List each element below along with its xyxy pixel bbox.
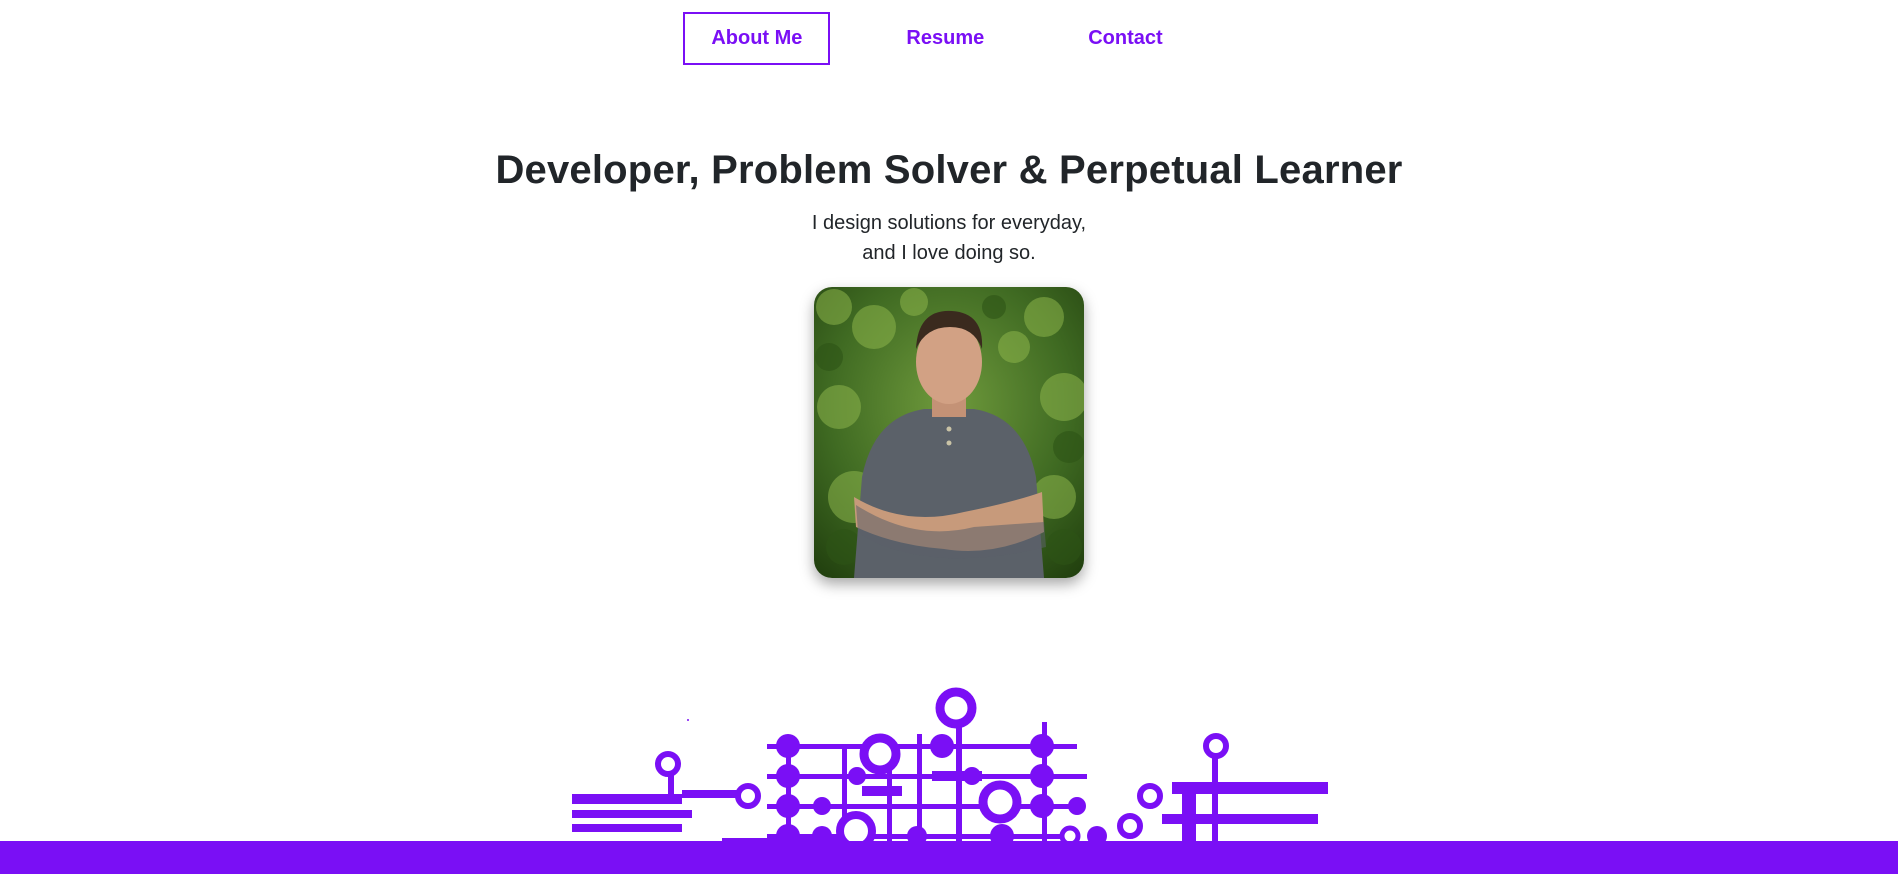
profile-photo: [814, 287, 1084, 578]
nav-resume[interactable]: Resume: [878, 12, 1012, 65]
nav-about-me[interactable]: About Me: [683, 12, 831, 65]
footer-bar: [0, 841, 1898, 874]
circuit-board-illustration: [572, 687, 1328, 842]
tagline: I design solutions for everyday, and I l…: [0, 208, 1898, 268]
page-title: Developer, Problem Solver & Perpetual Le…: [495, 148, 1403, 192]
nav-contact[interactable]: Contact: [1060, 12, 1190, 65]
tagline-line-1: I design solutions for everyday,: [811, 212, 1087, 234]
tagline-line-2: and I love doing so.: [862, 242, 1036, 264]
main-nav: About Me Resume Contact: [0, 12, 1898, 65]
